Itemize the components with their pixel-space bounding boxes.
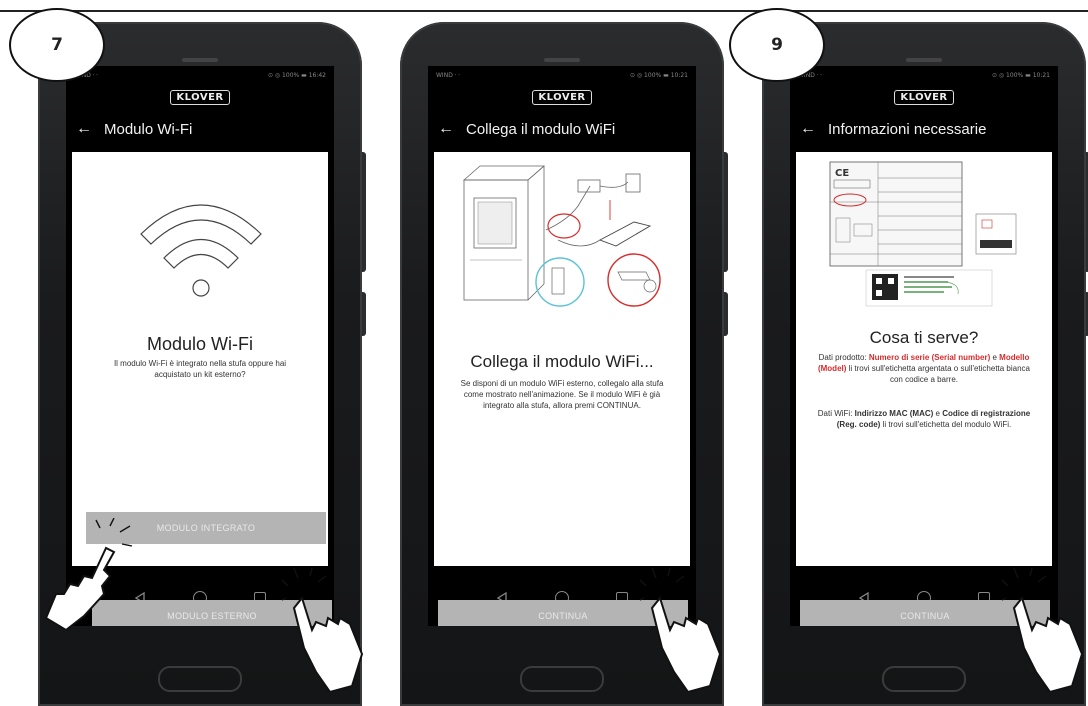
svg-text:CE: CE	[835, 168, 849, 179]
status-right: ⊙ ◎ 100% ▬ 10:21	[991, 71, 1050, 79]
product-info-text: Dati prodotto: Numero di serie (Serial n…	[816, 352, 1032, 385]
earpiece	[906, 58, 942, 62]
app-bar: ← Collega il modulo WiFi	[428, 110, 696, 148]
home-button[interactable]	[158, 666, 242, 692]
content-panel: Collega il modulo WiFi... Se disponi di …	[434, 152, 690, 566]
home-button[interactable]	[520, 666, 604, 692]
phone-2-screen: WIND ⸱ ⸱ ⊙ ◎ 100% ▬ 10:21 KLOVER ← Colle…	[428, 66, 696, 626]
wifi-prefix: Dati WiFi:	[817, 409, 855, 418]
earpiece	[544, 58, 580, 62]
product-prefix: Dati prodotto:	[818, 353, 869, 362]
klover-logo: KLOVER	[894, 89, 954, 105]
klover-logo: KLOVER	[532, 89, 592, 105]
product-and: e	[990, 353, 1000, 362]
tap-hand-icon	[1002, 568, 1084, 692]
wifi-and: e	[933, 409, 943, 418]
wifi-icon	[140, 204, 262, 297]
wifi-info-text: Dati WiFi: Indirizzo MAC (MAC) e Codice …	[816, 408, 1032, 430]
mac-address-label: Indirizzo MAC (MAC)	[854, 409, 934, 418]
tap-hand-icon	[282, 568, 364, 692]
brand-bar: KLOVER	[790, 84, 1058, 110]
back-arrow-icon[interactable]: ←	[800, 120, 816, 138]
brand-bar: KLOVER	[66, 84, 334, 110]
content-panel: CE Cosa ti serve? Dati prodotto: Numero …	[796, 152, 1052, 566]
home-button[interactable]	[882, 666, 966, 692]
earpiece	[182, 58, 218, 62]
body-text: Se disponi di un modulo WiFi esterno, co…	[460, 379, 664, 410]
back-arrow-icon[interactable]: ←	[438, 120, 454, 138]
back-arrow-icon[interactable]: ←	[76, 120, 92, 138]
status-bar: WIND ⸱ ⸱ ⊙ ◎ 100% ▬ 10:21	[790, 66, 1058, 84]
brand-bar: KLOVER	[428, 84, 696, 110]
app-bar: ← Informazioni necessarie	[790, 110, 1058, 148]
status-bar: WIND ⸱ ⸱ ⊙ ◎ 100% ▬ 16:42	[66, 66, 334, 84]
wifi-suffix: li trovi sull'etichetta del modulo WiFi.	[880, 420, 1012, 429]
app-title: Modulo Wi-Fi	[104, 120, 193, 138]
top-divider	[0, 10, 1088, 12]
status-left: WIND ⸱ ⸱	[436, 72, 460, 79]
status-right: ⊙ ◎ 100% ▬ 16:42	[267, 71, 326, 79]
body-text: Il modulo Wi-Fi è integrato nella stufa …	[113, 359, 287, 379]
serial-number-label: Numero di serie (Serial number)	[868, 353, 991, 362]
klover-logo: KLOVER	[170, 89, 230, 105]
phone-3-screen: WIND ⸱ ⸱ ⊙ ◎ 100% ▬ 10:21 KLOVER ← Infor…	[790, 66, 1058, 626]
step-number-9: 9	[729, 8, 825, 82]
content-panel: Modulo Wi-Fi Il modulo Wi-Fi è integrato…	[72, 152, 328, 566]
heading: Collega il modulo WiFi...	[470, 352, 654, 371]
app-title: Informazioni necessarie	[828, 120, 987, 138]
heading: Modulo Wi-Fi	[146, 334, 253, 354]
tap-hand-icon	[44, 518, 133, 630]
app-title: Collega il modulo WiFi	[466, 120, 616, 138]
step-number-7: 7	[9, 8, 105, 82]
app-bar: ← Modulo Wi-Fi	[66, 110, 334, 148]
tap-hand-icon	[640, 568, 722, 692]
status-bar: WIND ⸱ ⸱ ⊙ ◎ 100% ▬ 10:21	[428, 66, 696, 84]
heading: Cosa ti serve?	[869, 328, 979, 347]
status-right: ⊙ ◎ 100% ▬ 10:21	[629, 71, 688, 79]
stove-connection-illustration	[462, 165, 661, 307]
product-label-illustration: CE	[829, 161, 1017, 307]
product-suffix: li trovi sull'etichetta argentata o sull…	[846, 364, 1031, 384]
